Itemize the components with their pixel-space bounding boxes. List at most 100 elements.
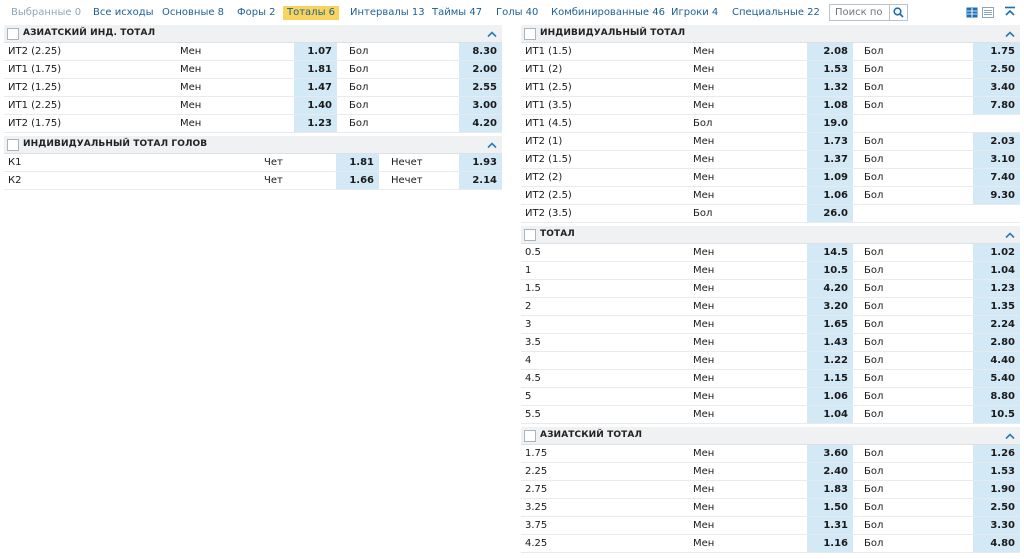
odds-cell[interactable]: 1.06	[807, 388, 853, 405]
tab-all-outcomes[interactable]: Все исходы	[93, 6, 154, 20]
odds-cell[interactable]: 1.53	[973, 463, 1020, 480]
odds-cell[interactable]: 1.75	[973, 43, 1020, 60]
one-column-view-button[interactable]	[982, 6, 994, 18]
odds-cell[interactable]: 1.04	[973, 262, 1020, 279]
odds-cell[interactable]: 2.24	[973, 316, 1020, 333]
odds-cell[interactable]: 7.80	[973, 97, 1020, 114]
tab-selected[interactable]: Выбранные 0	[11, 6, 81, 20]
odds-cell[interactable]: 10.5	[807, 262, 853, 279]
odds-cell[interactable]: 1.65	[807, 316, 853, 333]
section-checkbox[interactable]	[7, 28, 19, 40]
odds-cell[interactable]: 1.32	[807, 79, 853, 96]
odds-cell[interactable]: 1.06	[807, 187, 853, 204]
odds-cell[interactable]: 1.22	[807, 352, 853, 369]
odds-cell[interactable]: 1.93	[459, 154, 502, 171]
odds-cell[interactable]: 2.55	[459, 79, 502, 96]
odds-cell[interactable]: 3.60	[807, 445, 853, 462]
odds-cell[interactable]: 1.07	[294, 43, 337, 60]
chevron-up-icon[interactable]	[1004, 28, 1016, 40]
search-button[interactable]	[889, 5, 907, 20]
odds-cell[interactable]: 1.09	[807, 169, 853, 186]
odds-cell[interactable]: 2.50	[973, 61, 1020, 78]
odds-cell[interactable]: 8.80	[973, 388, 1020, 405]
odds-cell[interactable]: 1.81	[294, 61, 337, 78]
section-checkbox[interactable]	[524, 229, 536, 241]
odds-cell[interactable]: 1.16	[807, 535, 853, 552]
odds-cell[interactable]: 2.14	[459, 172, 502, 189]
section-checkbox[interactable]	[7, 139, 19, 151]
tab-special[interactable]: Специальные 22	[732, 6, 820, 20]
section-title: АЗИАТСКИЙ ИНД. ТОТАЛ	[23, 28, 156, 38]
odds-cell[interactable]: 5.40	[973, 370, 1020, 387]
chevron-up-icon[interactable]	[486, 28, 498, 40]
chevron-up-icon[interactable]	[1004, 229, 1016, 241]
section-header[interactable]: ИНДИВИДУАЛЬНЫЙ ТОТАЛ ГОЛОВ	[4, 136, 502, 154]
odds-cell[interactable]: 1.66	[336, 172, 379, 189]
odds-cell[interactable]: 3.00	[459, 97, 502, 114]
odds-cell[interactable]: 1.90	[973, 481, 1020, 498]
tab-main[interactable]: Основные 8	[162, 6, 224, 20]
outcome-label: Мен	[180, 118, 202, 129]
tab-handicaps[interactable]: Форы 2	[237, 6, 276, 20]
tab-intervals[interactable]: Интервалы 13	[350, 6, 425, 20]
chevron-up-icon[interactable]	[486, 139, 498, 151]
odds-cell[interactable]: 1.43	[807, 334, 853, 351]
odds-cell[interactable]: 1.23	[973, 280, 1020, 297]
odds-cell[interactable]: 1.40	[294, 97, 337, 114]
section-checkbox[interactable]	[524, 28, 536, 40]
odds-cell[interactable]: 3.40	[973, 79, 1020, 96]
odds-cell[interactable]: 1.08	[807, 97, 853, 114]
odds-cell[interactable]: 1.23	[294, 115, 337, 132]
two-column-view-button[interactable]	[966, 6, 978, 18]
section-header[interactable]: ИНДИВИДУАЛЬНЫЙ ТОТАЛ	[521, 25, 1020, 43]
odds-cell[interactable]: 1.83	[807, 481, 853, 498]
odds-cell[interactable]: 1.53	[807, 61, 853, 78]
tab-combined[interactable]: Комбинированные 46	[551, 6, 665, 20]
odds-cell[interactable]: 3.30	[973, 517, 1020, 534]
odds-cell[interactable]: 1.26	[973, 445, 1020, 462]
odds-cell[interactable]: 1.73	[807, 133, 853, 150]
odds-cell[interactable]: 10.5	[973, 406, 1020, 423]
odds-cell[interactable]: 19.0	[807, 115, 853, 132]
section-checkbox[interactable]	[524, 430, 536, 442]
odds-cell[interactable]: 1.02	[973, 244, 1020, 261]
odds-cell[interactable]: 1.50	[807, 499, 853, 516]
table-row: ИТ2 (2) Мен 1.09 Бол 7.40	[521, 169, 1020, 187]
section-header[interactable]: АЗИАТСКИЙ ИНД. ТОТАЛ	[4, 25, 502, 43]
odds-cell[interactable]: 9.30	[973, 187, 1020, 204]
odds-cell[interactable]: 1.47	[294, 79, 337, 96]
odds-cell[interactable]: 1.04	[807, 406, 853, 423]
tab-players[interactable]: Игроки 4	[671, 6, 718, 20]
odds-cell[interactable]: 4.40	[973, 352, 1020, 369]
odds-cell[interactable]: 1.35	[973, 298, 1020, 315]
odds-cell[interactable]: 2.08	[807, 43, 853, 60]
section-header[interactable]: ТОТАЛ	[521, 226, 1020, 244]
chevron-up-icon[interactable]	[1004, 430, 1016, 442]
odds-cell[interactable]: 7.40	[973, 169, 1020, 186]
tab-totals[interactable]: Тоталы 6	[283, 6, 340, 20]
collapse-all-button[interactable]	[1004, 6, 1016, 18]
odds-cell[interactable]: 2.40	[807, 463, 853, 480]
odds-cell[interactable]: 4.20	[459, 115, 502, 132]
tab-halves[interactable]: Таймы 47	[432, 6, 482, 20]
section-header[interactable]: АЗИАТСКИЙ ТОТАЛ	[521, 427, 1020, 445]
odds-cell[interactable]: 2.03	[973, 133, 1020, 150]
odds-cell[interactable]: 2.00	[459, 61, 502, 78]
outcome-label: Мен	[693, 172, 715, 183]
odds-cell[interactable]: 1.81	[336, 154, 379, 171]
odds-cell[interactable]: 8.30	[459, 43, 502, 60]
odds-cell[interactable]: 1.31	[807, 517, 853, 534]
odds-cell[interactable]: 2.50	[973, 499, 1020, 516]
odds-cell[interactable]: 3.10	[973, 151, 1020, 168]
odds-cell[interactable]: 4.80	[973, 535, 1020, 552]
odds-cell[interactable]: 1.37	[807, 151, 853, 168]
tab-goals[interactable]: Голы 40	[496, 6, 538, 20]
odds-cell[interactable]: 14.5	[807, 244, 853, 261]
odds-cell[interactable]: 3.20	[807, 298, 853, 315]
search-input[interactable]	[830, 5, 890, 20]
outcome-label: Мен	[693, 154, 715, 165]
odds-cell[interactable]: 1.15	[807, 370, 853, 387]
odds-cell[interactable]: 2.80	[973, 334, 1020, 351]
odds-cell[interactable]: 26.0	[807, 205, 853, 222]
odds-cell[interactable]: 4.20	[807, 280, 853, 297]
